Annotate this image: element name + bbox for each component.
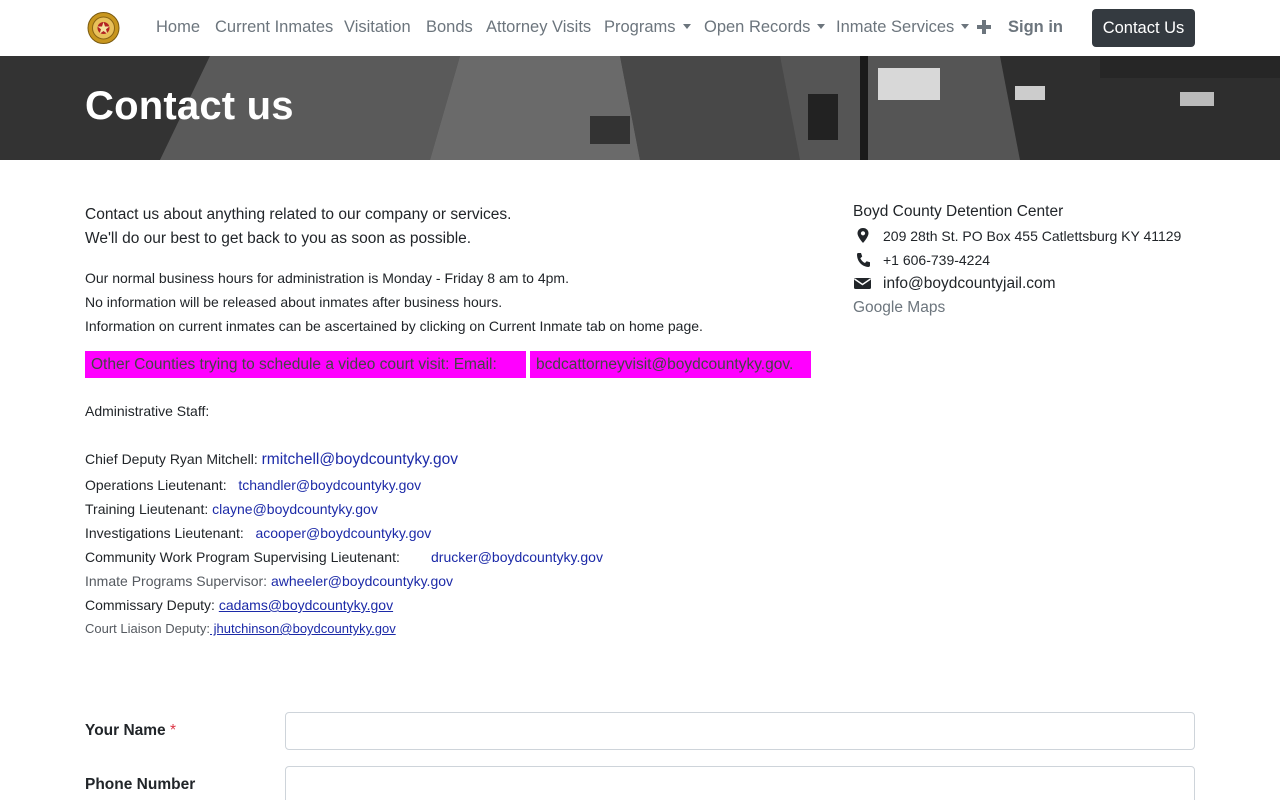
chevron-down-icon <box>682 24 691 29</box>
phone-number-label: Phone Number <box>85 776 196 793</box>
contact-us-button[interactable]: Contact Us <box>1092 9 1195 47</box>
your-name-label-text: Your Name <box>85 722 166 739</box>
hours-line-3: Information on current inmates can be as… <box>85 318 703 334</box>
organization-name: Boyd County Detention Center <box>853 203 1064 220</box>
envelope-icon <box>853 275 873 291</box>
phone-icon <box>853 252 873 268</box>
staff-row: Community Work Program Supervising Lieut… <box>85 549 603 565</box>
phone-row: +1 606-739-4224 <box>853 252 990 268</box>
address-text: 209 28th St. PO Box 455 Catlettsburg KY … <box>883 228 1182 244</box>
required-marker: * <box>170 722 177 739</box>
staff-email-link[interactable]: clayne@boydcountyky.gov <box>212 501 378 517</box>
staff-email-link[interactable]: cadams@boydcountyky.gov <box>219 597 393 613</box>
badge-logo[interactable] <box>87 11 120 45</box>
staff-email-link[interactable]: awheeler@boydcountyky.gov <box>271 573 453 589</box>
hours-line-2: No information will be released about in… <box>85 294 503 310</box>
staff-title: Operations Lieutenant: <box>85 477 227 493</box>
staff-title: Training Lieutenant: <box>85 501 209 517</box>
address-row: 209 28th St. PO Box 455 Catlettsburg KY … <box>853 228 1181 244</box>
staff-title: Chief Deputy Ryan Mitchell: <box>85 451 258 467</box>
nav-programs-dropdown[interactable]: Programs <box>604 18 691 37</box>
staff-title: Inmate Programs Supervisor: <box>85 573 268 589</box>
nav-bonds[interactable]: Bonds <box>426 18 473 37</box>
staff-title: Community Work Program Supervising Lieut… <box>85 549 400 565</box>
nav-attorney-visits[interactable]: Attorney Visits <box>486 18 591 37</box>
nav-open-records-dropdown[interactable]: Open Records <box>704 18 826 37</box>
nav-open-records-label: Open Records <box>704 18 811 36</box>
staff-row: Commissary Deputy: cadams@boydcountyky.g… <box>85 597 393 613</box>
nav-home[interactable]: Home <box>156 18 200 37</box>
staff-title: Commissary Deputy: <box>85 597 215 613</box>
google-maps-link[interactable]: Google Maps <box>853 299 945 317</box>
staff-row: Court Liaison Deputy: jhutchinson@boydco… <box>85 621 396 636</box>
staff-title: Court Liaison Deputy: <box>85 621 211 636</box>
staff-title: Investigations Lieutenant: <box>85 525 244 541</box>
nav-inmate-services-dropdown[interactable]: Inmate Services <box>836 18 970 37</box>
your-name-label: Your Name * <box>85 722 176 740</box>
staff-row: Operations Lieutenant: tchandler@boydcou… <box>85 477 421 493</box>
sign-in-link[interactable]: Sign in <box>1008 18 1063 37</box>
business-hours: Our normal business hours for administra… <box>85 266 703 338</box>
email-text[interactable]: info@boydcountyjail.com <box>883 275 1056 292</box>
video-court-email[interactable]: bcdcattorneyvisit@boydcountyky.gov. <box>530 351 811 378</box>
intro-line-1: Contact us about anything related to our… <box>85 206 512 223</box>
intro-text: Contact us about anything related to our… <box>85 203 512 251</box>
page-banner: Contact us <box>0 56 1280 160</box>
nav-inmate-services-label: Inmate Services <box>836 18 955 36</box>
video-court-notice: Other Counties trying to schedule a vide… <box>85 351 526 378</box>
staff-row: Inmate Programs Supervisor: awheeler@boy… <box>85 573 453 589</box>
nav-programs-label: Programs <box>604 18 676 36</box>
plus-icon[interactable] <box>976 19 992 35</box>
map-marker-icon <box>853 228 873 244</box>
chevron-down-icon <box>817 24 826 29</box>
staff-email-link[interactable]: jhutchinson@boydcountyky.gov <box>210 621 396 636</box>
phone-number-input[interactable] <box>285 766 1195 800</box>
staff-email-link[interactable]: rmitchell@boydcountyky.gov <box>262 451 458 468</box>
staff-email-link[interactable]: tchandler@boydcountyky.gov <box>238 477 421 493</box>
page-title: Contact us <box>85 84 294 128</box>
staff-row: Training Lieutenant: clayne@boydcountyky… <box>85 501 378 517</box>
hours-line-1: Our normal business hours for administra… <box>85 270 569 286</box>
nav-current-inmates[interactable]: Current Inmates <box>215 18 333 37</box>
phone-text[interactable]: +1 606-739-4224 <box>883 252 990 268</box>
staff-email-link[interactable]: acooper@boydcountyky.gov <box>255 525 431 541</box>
email-row: info@boydcountyjail.com <box>853 275 1056 293</box>
staff-row: Chief Deputy Ryan Mitchell: rmitchell@bo… <box>85 451 458 469</box>
intro-line-2: We'll do our best to get back to you as … <box>85 230 472 247</box>
staff-email-link[interactable]: drucker@boydcountyky.gov <box>431 549 603 565</box>
navbar: Home Current Inmates Visitation Bonds At… <box>0 0 1280 56</box>
chevron-down-icon <box>961 24 970 29</box>
your-name-input[interactable] <box>285 712 1195 750</box>
nav-visitation[interactable]: Visitation <box>344 18 411 37</box>
staff-row: Investigations Lieutenant: acooper@boydc… <box>85 525 431 541</box>
staff-heading: Administrative Staff: <box>85 403 210 419</box>
